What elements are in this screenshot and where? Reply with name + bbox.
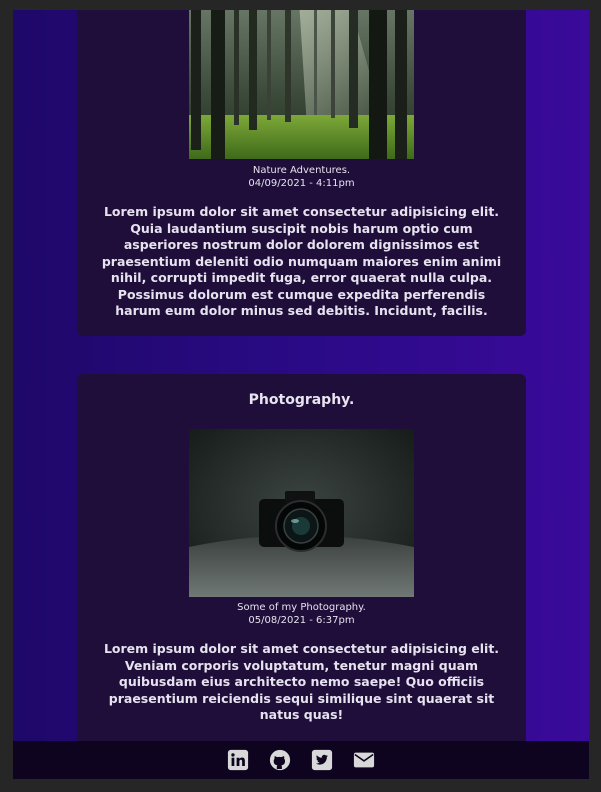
linkedin-icon[interactable]	[227, 749, 249, 771]
page-frame: Nature Adventures. 04/09/2021 - 4:11pm L…	[13, 10, 589, 779]
forest-image	[189, 10, 414, 159]
post-caption: Nature Adventures. 04/09/2021 - 4:11pm	[77, 164, 526, 190]
post-card-nature: Nature Adventures. 04/09/2021 - 4:11pm L…	[77, 10, 526, 336]
footer	[13, 741, 589, 779]
post-date: 05/08/2021 - 6:37pm	[248, 615, 355, 626]
post-caption: Some of my Photography. 05/08/2021 - 6:3…	[77, 601, 526, 627]
post-date: 04/09/2021 - 4:11pm	[248, 178, 355, 189]
post-body: Lorem ipsum dolor sit amet consectetur a…	[103, 641, 500, 722]
camera-image	[189, 429, 414, 597]
caption-text: Nature Adventures.	[252, 165, 351, 176]
post-title: Photography.	[248, 392, 355, 408]
email-icon[interactable]	[353, 749, 375, 771]
twitter-icon[interactable]	[311, 749, 333, 771]
post-body: Lorem ipsum dolor sit amet consectetur a…	[101, 204, 502, 318]
caption-text: Some of my Photography.	[237, 602, 366, 613]
post-card-photography: Photography. Some of my Photography. 05/…	[77, 374, 526, 749]
github-icon[interactable]	[269, 749, 291, 771]
